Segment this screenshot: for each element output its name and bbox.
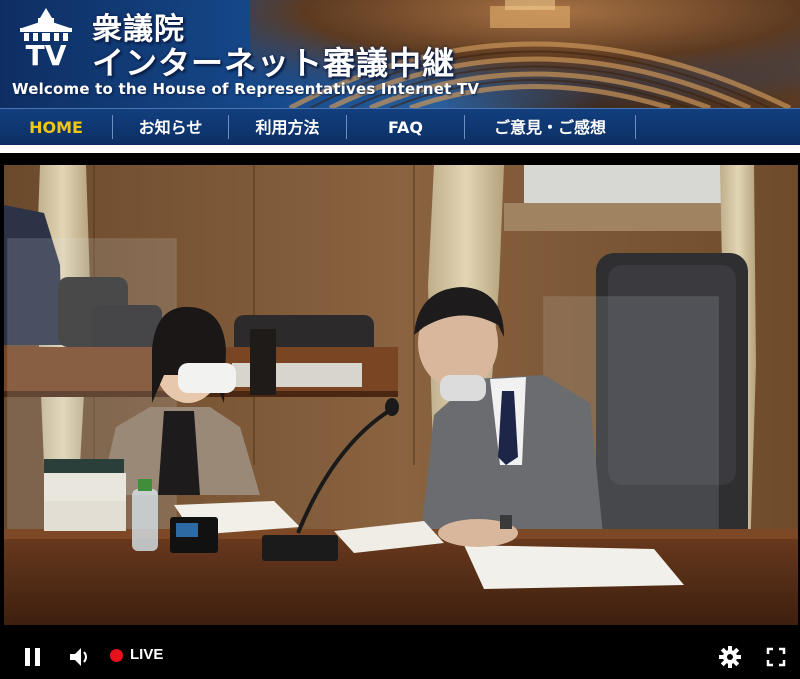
nav-usage[interactable]: 利用方法 — [229, 109, 346, 146]
video-frame[interactable] — [4, 165, 798, 625]
live-indicator-label[interactable]: LIVE — [130, 646, 163, 663]
volume-icon[interactable] — [68, 646, 92, 668]
live-dot-icon — [110, 649, 123, 662]
site-header-banner: TV 衆議院 インターネット審議中継 Welcome to the House … — [0, 0, 800, 108]
nav-home[interactable]: HOME — [0, 109, 112, 146]
site-title-secondary: インターネット審議中継 — [92, 44, 456, 82]
committee-room-scene — [4, 165, 798, 625]
gear-icon[interactable] — [718, 645, 742, 669]
nav-news[interactable]: お知らせ — [113, 109, 228, 146]
main-nav: HOME お知らせ 利用方法 FAQ ご意見・ご感想 — [0, 108, 800, 145]
nav-faq[interactable]: FAQ — [347, 109, 464, 146]
site-subtitle-english: Welcome to the House of Representatives … — [12, 80, 480, 98]
diet-building-emblem-icon: TV — [20, 8, 72, 66]
nav-divider — [635, 115, 636, 139]
nav-feedback[interactable]: ご意見・ご感想 — [465, 109, 635, 146]
logo-tv-text: TV — [26, 39, 67, 66]
pause-icon[interactable] — [24, 647, 42, 667]
video-player[interactable]: LIVE — [0, 153, 800, 679]
fullscreen-icon[interactable] — [766, 647, 786, 667]
player-controls: LIVE — [0, 635, 800, 679]
